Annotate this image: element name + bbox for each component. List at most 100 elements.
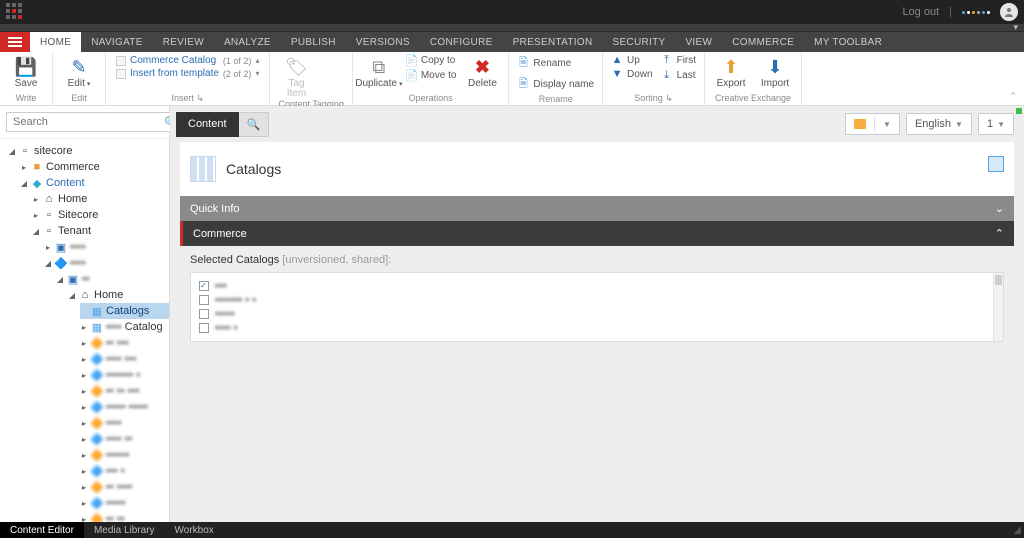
delete-button[interactable]: ✖ Delete bbox=[464, 54, 500, 89]
tab-navigate[interactable]: NAVIGATE bbox=[81, 32, 152, 52]
tree-node-blur-2[interactable]: ◢🔷▪▪▪▪ bbox=[44, 255, 169, 271]
shelf-expand-icon[interactable]: ▾ bbox=[1013, 22, 1018, 33]
tree-node-blur-e[interactable]: ▸🔷▪▪▪▪▪ ▪▪▪▪▪ bbox=[80, 399, 169, 415]
tab-configure[interactable]: CONFIGURE bbox=[420, 32, 503, 52]
accordion-quick-info[interactable]: Quick Info ⌄ bbox=[180, 196, 1014, 221]
flag-icon bbox=[854, 119, 866, 129]
sort-up-button[interactable]: ▲Up bbox=[611, 54, 653, 66]
selected-catalogs-list[interactable]: ▪▪▪ ▪▪▪▪▪▪▪ ▪ ▪ ▪▪▪▪▪ ▪▪▪▪ ▪ bbox=[190, 272, 1004, 342]
flag-dropdown[interactable]: ▼ bbox=[845, 113, 900, 135]
ribbon-group-tagging: 🏷 Tag Item Content Tagging bbox=[270, 52, 352, 105]
sort-down-button[interactable]: ▼Down bbox=[611, 68, 653, 80]
search-box[interactable]: 🔍 bbox=[6, 112, 182, 132]
sort-first-button[interactable]: ⤒First bbox=[661, 54, 696, 67]
move-icon: 📄 bbox=[405, 69, 417, 82]
version-dropdown[interactable]: 1▼ bbox=[978, 113, 1014, 135]
search-input[interactable] bbox=[7, 116, 161, 128]
delete-icon: ✖ bbox=[471, 56, 493, 78]
tree-node-home[interactable]: ▸⌂Home bbox=[32, 191, 169, 207]
tree-node-sitecore-sub[interactable]: ▸▫Sitecore bbox=[32, 207, 169, 223]
user-avatar-icon[interactable] bbox=[1000, 3, 1018, 21]
tree-node-blur-k[interactable]: ▸🔷▪▪▪▪▪ bbox=[80, 495, 169, 511]
tab-home[interactable]: HOME bbox=[30, 32, 81, 52]
main-body: 🔍 ▼ ◢▫sitecore ▸■Commerce ◢◆Content ▸⌂Ho… bbox=[0, 106, 1024, 522]
tree-node-blur-1[interactable]: ▸▣▪▪▪▪ bbox=[44, 239, 169, 255]
tree-node-blur-f[interactable]: ▸🔶▪▪▪▪ bbox=[80, 415, 169, 431]
tab-mytoolbar[interactable]: MY TOOLBAR bbox=[804, 32, 892, 52]
insert-commerce-catalog[interactable]: Commerce Catalog (1 of 2) ▴ bbox=[114, 54, 261, 67]
display-name-button[interactable]: 🗎Display name bbox=[517, 75, 594, 94]
status-tab-workbox[interactable]: Workbox bbox=[165, 522, 224, 538]
scrollbar-thumb[interactable] bbox=[995, 275, 1002, 285]
checkbox-icon[interactable] bbox=[199, 309, 209, 319]
tab-publish[interactable]: PUBLISH bbox=[281, 32, 346, 52]
tab-view[interactable]: VIEW bbox=[675, 32, 722, 52]
language-dropdown[interactable]: English▼ bbox=[906, 113, 972, 135]
ribbon-collapse-icon[interactable]: ⌃ bbox=[1009, 90, 1018, 103]
content-tab[interactable]: Content bbox=[176, 112, 239, 137]
tree-node-catalog-item[interactable]: ▸▦▪▪▪▪ Catalog bbox=[80, 319, 169, 335]
tree-node-blur-d[interactable]: ▸🔶▪▪ ▪▪ ▪▪▪ bbox=[80, 383, 169, 399]
global-topbar: Log out | bbox=[0, 0, 1024, 24]
rename-button[interactable]: 🗎Rename bbox=[517, 54, 594, 73]
status-tab-content-editor[interactable]: Content Editor bbox=[0, 522, 84, 538]
tree-node-blur-a[interactable]: ▸🔶▪▪ ▪▪▪ bbox=[80, 335, 169, 351]
tree-node-blur-g[interactable]: ▸🔷▪▪▪▪ ▪▪ bbox=[80, 431, 169, 447]
app-launcher-icon[interactable] bbox=[6, 3, 24, 21]
commerce-section-body: Selected Catalogs [unversioned, shared]:… bbox=[180, 246, 1014, 358]
rename-icon: 🗎 bbox=[517, 54, 529, 73]
list-item[interactable]: ▪▪▪ bbox=[199, 279, 995, 293]
tree-node-tenant[interactable]: ◢▫Tenant bbox=[32, 223, 169, 239]
checkbox-icon[interactable] bbox=[199, 295, 209, 305]
list-item[interactable]: ▪▪▪▪▪ bbox=[199, 307, 995, 321]
tab-commerce[interactable]: COMMERCE bbox=[722, 32, 804, 52]
tree-node-commerce[interactable]: ▸■Commerce bbox=[20, 159, 169, 175]
hamburger-button[interactable] bbox=[0, 32, 30, 52]
status-tab-media[interactable]: Media Library bbox=[84, 522, 165, 538]
resize-handle-icon[interactable]: ◢ bbox=[1010, 522, 1024, 538]
tree-node-blur-b[interactable]: ▸🔷▪▪▪▪ ▪▪▪ bbox=[80, 351, 169, 367]
checkbox-icon[interactable] bbox=[199, 281, 209, 291]
duplicate-button[interactable]: ⧉ Duplicate bbox=[361, 54, 397, 89]
import-icon: ⬇ bbox=[764, 56, 786, 78]
copy-to-button[interactable]: 📄Copy to bbox=[405, 54, 457, 67]
tree-node-blur-h[interactable]: ▸🔶▪▪▪▪▪▪ bbox=[80, 447, 169, 463]
chevron-down-icon: ⌄ bbox=[995, 202, 1004, 215]
catalogs-icon: ▦ bbox=[91, 305, 103, 317]
duplicate-icon: ⧉ bbox=[368, 56, 390, 78]
tab-versions[interactable]: VERSIONS bbox=[346, 32, 420, 52]
tab-analyze[interactable]: ANALYZE bbox=[214, 32, 281, 52]
tree-node-blur-i[interactable]: ▸🔷▪▪▪ ▪ bbox=[80, 463, 169, 479]
tree-node-blur-3[interactable]: ◢▣▪▪ bbox=[56, 271, 169, 287]
copy-icon: 📄 bbox=[405, 54, 417, 67]
tab-security[interactable]: SECURITY bbox=[602, 32, 675, 52]
content-header-row: Content 🔍 ▼ English▼ 1▼ bbox=[170, 106, 1024, 142]
sort-last-button[interactable]: ⤓Last bbox=[661, 69, 696, 82]
list-item[interactable]: ▪▪▪▪ ▪ bbox=[199, 321, 995, 335]
import-button[interactable]: ⬇ Import bbox=[757, 54, 793, 89]
item-icon: 🔷 bbox=[91, 401, 103, 413]
topbar-decoration bbox=[962, 11, 990, 14]
insert-from-template[interactable]: Insert from template (2 of 2) ▾ bbox=[114, 67, 261, 80]
edit-button[interactable]: ✎ Edit bbox=[61, 54, 97, 89]
content-search-button[interactable]: 🔍 bbox=[239, 112, 270, 137]
tree-node-sitecore[interactable]: ◢▫sitecore bbox=[8, 143, 169, 159]
tab-presentation[interactable]: PRESENTATION bbox=[503, 32, 603, 52]
tree-node-catalogs[interactable]: ▦Catalogs bbox=[80, 303, 169, 319]
move-to-button[interactable]: 📄Move to bbox=[405, 69, 457, 82]
tree-node-blur-l[interactable]: ▸🔶▪▪ ▪▪ bbox=[80, 511, 169, 522]
export-button[interactable]: ⬆ Export bbox=[713, 54, 749, 89]
tree-node-home-2[interactable]: ◢⌂Home bbox=[68, 287, 169, 303]
accordion-commerce[interactable]: Commerce ⌃ bbox=[180, 221, 1014, 246]
tree-node-blur-c[interactable]: ▸🔷▪▪▪▪▪▪▪ ▪ bbox=[80, 367, 169, 383]
user-square-icon[interactable] bbox=[988, 156, 1004, 172]
tree-node-blur-j[interactable]: ▸🔶▪▪ ▪▪▪▪ bbox=[80, 479, 169, 495]
checkbox-icon[interactable] bbox=[199, 323, 209, 333]
tab-review[interactable]: REVIEW bbox=[153, 32, 214, 52]
content-tree[interactable]: ◢▫sitecore ▸■Commerce ◢◆Content ▸⌂Home ▸… bbox=[0, 139, 169, 522]
save-button[interactable]: 💾 Save bbox=[8, 54, 44, 89]
scrollbar[interactable] bbox=[993, 273, 1003, 341]
list-item[interactable]: ▪▪▪▪▪▪▪ ▪ ▪ bbox=[199, 293, 995, 307]
tree-node-content[interactable]: ◢◆Content bbox=[20, 175, 169, 191]
logout-link[interactable]: Log out bbox=[902, 6, 939, 18]
